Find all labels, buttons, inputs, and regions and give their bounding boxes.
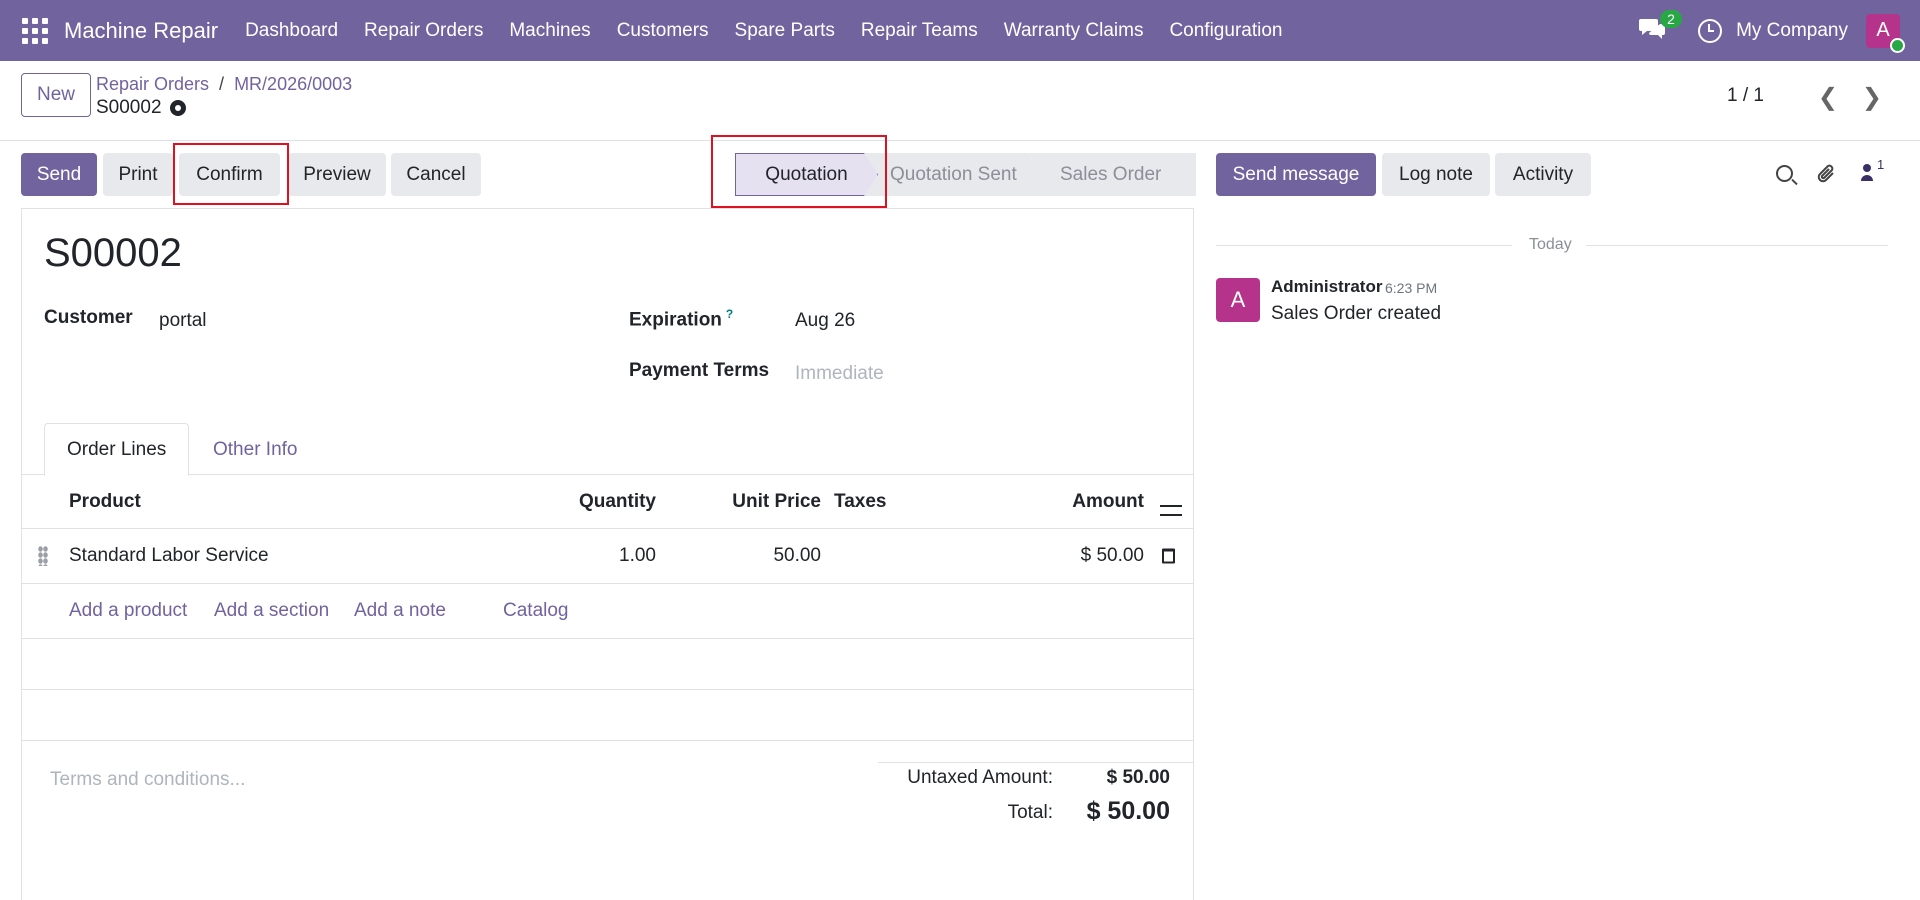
- untaxed-amount-label: Untaxed Amount:: [907, 767, 1053, 788]
- trash-icon[interactable]: [1162, 548, 1175, 564]
- line-amount: $ 50.00: [1080, 545, 1144, 566]
- user-avatar[interactable]: A: [1866, 13, 1905, 53]
- company-switcher[interactable]: My Company: [1736, 20, 1848, 42]
- stage-sales-order[interactable]: Sales Order: [1028, 153, 1196, 196]
- payment-terms-label: Payment Terms: [629, 360, 770, 381]
- cancel-button[interactable]: Cancel: [391, 153, 481, 196]
- stage-quotation-sent[interactable]: Quotation Sent: [864, 153, 1042, 196]
- breadcrumb-repair-orders[interactable]: Repair Orders: [96, 74, 209, 94]
- customer-label: Customer: [44, 307, 133, 328]
- pager-value[interactable]: 1 / 1: [1727, 85, 1764, 107]
- empty-row: [22, 639, 1193, 690]
- chat-count-badge: 2: [1660, 9, 1682, 28]
- control-panel: New Repair Orders / MR/2026/0003 S00002 1 …: [0, 61, 1920, 141]
- breadcrumb-repair-order-ref[interactable]: MR/2026/0003: [234, 74, 352, 94]
- expiration-label: Expiration?: [629, 307, 733, 331]
- terms-and-conditions-field[interactable]: Terms and conditions...: [50, 769, 245, 791]
- column-quantity[interactable]: Quantity: [579, 491, 656, 513]
- add-section-link[interactable]: Add a section: [214, 600, 329, 622]
- new-button[interactable]: New: [21, 73, 92, 117]
- empty-row: [22, 690, 1193, 741]
- column-amount[interactable]: Amount: [1072, 491, 1144, 513]
- send-message-button[interactable]: Send message: [1216, 153, 1376, 196]
- catalog-link[interactable]: Catalog: [503, 600, 569, 622]
- send-button[interactable]: Send: [21, 153, 97, 196]
- followers-icon[interactable]: 1: [1860, 157, 1884, 188]
- tab-order-lines[interactable]: Order Lines: [44, 423, 190, 476]
- activity-button[interactable]: Activity: [1495, 153, 1591, 196]
- table-row[interactable]: Standard Labor Service 1.00 50.00 $ 50.0…: [22, 529, 1193, 584]
- app-title[interactable]: Machine Repair: [64, 18, 218, 44]
- menu-machines[interactable]: Machines: [509, 20, 590, 42]
- record-name-text: S00002: [96, 97, 162, 118]
- expiration-label-text: Expiration: [629, 309, 722, 331]
- total-value: $ 50.00: [1086, 797, 1170, 825]
- breadcrumb: Repair Orders / MR/2026/0003: [96, 74, 352, 95]
- followers-count: 1: [1877, 157, 1885, 172]
- gear-icon[interactable]: [169, 100, 186, 116]
- menu-spare-parts[interactable]: Spare Parts: [735, 20, 835, 42]
- preview-button[interactable]: Preview: [288, 153, 386, 196]
- paperclip-icon[interactable]: [1816, 162, 1838, 192]
- drag-handle-icon[interactable]: [38, 546, 48, 566]
- menu-dashboard[interactable]: Dashboard: [245, 20, 338, 42]
- help-icon[interactable]: ?: [726, 307, 733, 321]
- add-line-row: Add a product Add a section Add a note C…: [22, 584, 1193, 639]
- add-note-link[interactable]: Add a note: [354, 600, 446, 622]
- menu-warranty-claims[interactable]: Warranty Claims: [1004, 20, 1144, 42]
- pager-previous-icon[interactable]: ❮: [1818, 83, 1838, 112]
- line-product[interactable]: Standard Labor Service: [69, 545, 269, 567]
- tab-other-info[interactable]: Other Info: [191, 423, 320, 476]
- top-navbar: Machine Repair Dashboard Repair Orders M…: [0, 0, 1920, 61]
- menu-repair-teams[interactable]: Repair Teams: [861, 20, 978, 42]
- pager-next-icon[interactable]: ❯: [1862, 83, 1882, 112]
- date-separator: Today: [1529, 236, 1572, 253]
- menu-configuration[interactable]: Configuration: [1169, 20, 1282, 42]
- message-time: 6:23 PM: [1385, 280, 1438, 296]
- total-label: Total:: [1007, 802, 1053, 823]
- column-taxes[interactable]: Taxes: [834, 491, 886, 513]
- expiration-field[interactable]: Aug 26: [795, 310, 855, 332]
- search-icon[interactable]: [1776, 165, 1793, 182]
- order-title: S00002: [44, 231, 182, 275]
- confirm-highlight-box: [173, 143, 289, 205]
- app-grid-icon[interactable]: [22, 17, 48, 44]
- menu-repair-orders[interactable]: Repair Orders: [364, 20, 483, 42]
- message-author[interactable]: Administrator: [1271, 277, 1382, 297]
- user-avatar-letter: A: [1876, 19, 1890, 41]
- record-name: S00002: [96, 97, 186, 119]
- menu-customers[interactable]: Customers: [617, 20, 709, 42]
- totals-divider: [878, 762, 1193, 763]
- payment-terms-field[interactable]: Immediate: [795, 363, 884, 385]
- order-lines-header: Product Quantity Unit Price Taxes Amount: [22, 476, 1193, 529]
- line-quantity[interactable]: 1.00: [619, 545, 656, 567]
- log-note-button[interactable]: Log note: [1382, 153, 1490, 196]
- message-author-avatar[interactable]: A: [1216, 278, 1260, 322]
- chat-icon[interactable]: 2: [1638, 9, 1682, 46]
- untaxed-amount-value: $ 50.00: [1106, 767, 1170, 788]
- form-sheet: S00002 Customer portal Expiration? Aug 2…: [21, 208, 1194, 900]
- print-button[interactable]: Print: [103, 153, 173, 196]
- breadcrumb-separator: /: [219, 74, 225, 94]
- date-divider-right: [1586, 245, 1888, 246]
- quotation-highlight-box: [711, 135, 887, 208]
- activity-clock-icon[interactable]: [1698, 18, 1723, 43]
- message-body: Sales Order created: [1271, 303, 1442, 324]
- customer-field[interactable]: portal: [159, 310, 207, 332]
- date-divider-left: [1216, 245, 1512, 246]
- column-product[interactable]: Product: [69, 491, 141, 513]
- column-unit-price[interactable]: Unit Price: [732, 491, 821, 513]
- add-product-link[interactable]: Add a product: [69, 600, 187, 622]
- notebook-tabs: Order Lines Other Info: [22, 423, 1193, 476]
- online-status-dot: [1890, 37, 1905, 53]
- line-unit-price[interactable]: 50.00: [773, 545, 821, 567]
